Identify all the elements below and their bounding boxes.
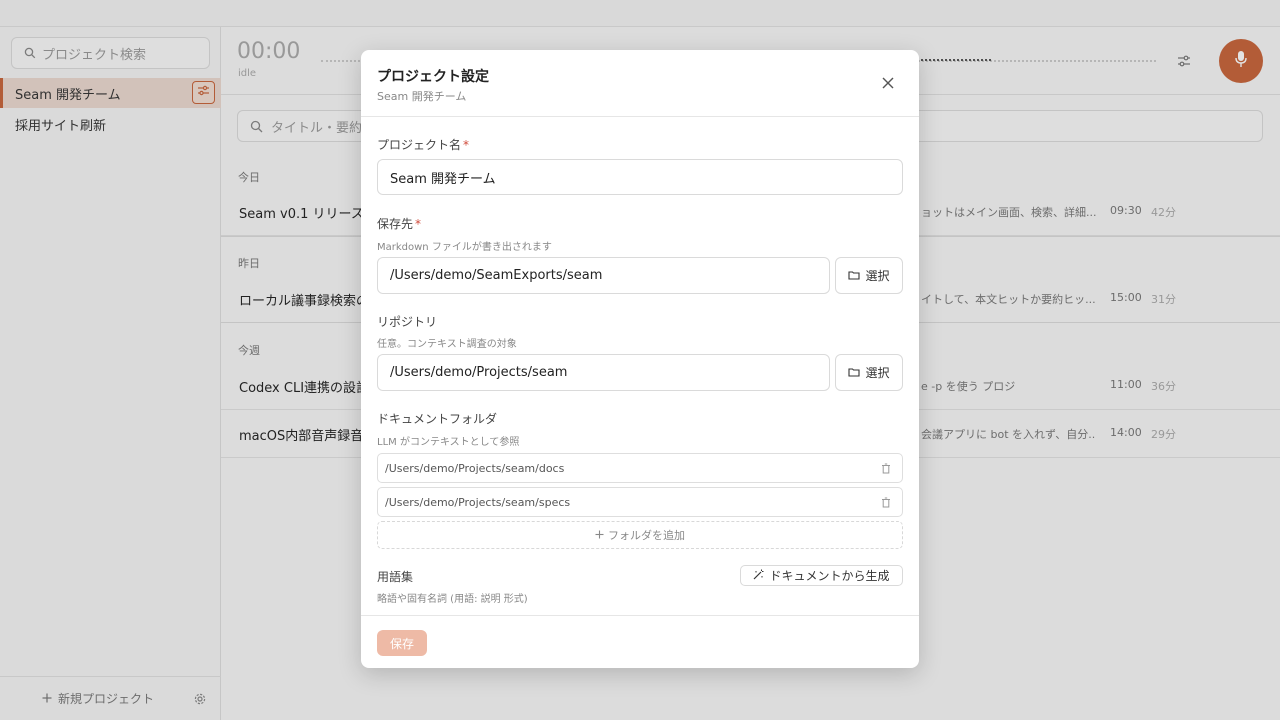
folder-icon: [848, 366, 861, 380]
trash-icon[interactable]: [881, 497, 891, 508]
save-dest-select-button[interactable]: 選択: [835, 257, 903, 294]
save-dest-input[interactable]: /Users/demo/SeamExports/seam: [377, 257, 830, 294]
select-button-label: 選択: [865, 366, 890, 380]
doc-folders-label: ドキュメントフォルダ: [377, 412, 498, 426]
close-button[interactable]: [881, 76, 895, 90]
glossary-label: 用語集: [377, 570, 414, 584]
save-dest-value: /Users/demo/SeamExports/seam: [390, 268, 603, 283]
plus-icon: [595, 529, 604, 542]
dialog-footer: 保存: [361, 615, 919, 668]
repository-input[interactable]: /Users/demo/Projects/seam: [377, 354, 830, 391]
add-folder-button[interactable]: フォルダを追加: [377, 521, 903, 549]
close-icon: [882, 74, 894, 93]
generate-from-docs-button[interactable]: ドキュメントから生成: [740, 565, 903, 586]
dialog-subtitle: Seam 開発チーム: [377, 90, 467, 103]
dialog-header: プロジェクト設定 Seam 開発チーム: [361, 50, 919, 117]
doc-folder-item: /Users/demo/Projects/seam/specs: [377, 487, 903, 517]
project-settings-dialog: プロジェクト設定 Seam 開発チーム プロジェクト名 * Seam 開発チーム …: [361, 50, 919, 668]
required-mark: *: [415, 217, 422, 231]
dialog-body[interactable]: プロジェクト名 * Seam 開発チーム 保存先 * Markdown ファイルが書…: [361, 117, 919, 615]
trash-icon[interactable]: [881, 463, 891, 474]
generate-button-label: ドキュメントから生成: [769, 569, 890, 583]
repository-label: リポジトリ: [377, 315, 438, 329]
doc-folder-path: /Users/demo/Projects/seam/specs: [385, 495, 571, 509]
repository-hint: 任意。コンテキスト調査の対象: [377, 339, 517, 350]
project-name-value: Seam 開発チーム: [390, 171, 496, 187]
save-dest-label-text: 保存先: [377, 217, 414, 231]
save-dest-label: 保存先 *: [377, 215, 421, 232]
select-button-label: 選択: [865, 269, 890, 283]
magic-wand-icon: [753, 569, 764, 583]
repository-value: /Users/demo/Projects/seam: [390, 365, 568, 380]
doc-folder-item: /Users/demo/Projects/seam/docs: [377, 453, 903, 483]
required-mark: *: [463, 138, 470, 152]
save-dest-hint: Markdown ファイルが書き出されます: [377, 242, 552, 253]
doc-folder-path: /Users/demo/Projects/seam/docs: [385, 461, 565, 475]
add-folder-label: フォルダを追加: [608, 529, 685, 542]
project-name-input[interactable]: Seam 開発チーム: [377, 159, 903, 195]
dialog-title: プロジェクト設定: [377, 69, 489, 85]
doc-folders-hint: LLM がコンテキストとして参照: [377, 437, 520, 448]
project-name-label: プロジェクト名 *: [377, 136, 469, 153]
repository-select-button[interactable]: 選択: [835, 354, 903, 391]
folder-icon: [848, 269, 861, 283]
project-name-label-text: プロジェクト名: [377, 138, 462, 152]
glossary-hint: 略語や固有名詞 (用語: 説明 形式): [377, 594, 528, 605]
save-button[interactable]: 保存: [377, 630, 427, 656]
